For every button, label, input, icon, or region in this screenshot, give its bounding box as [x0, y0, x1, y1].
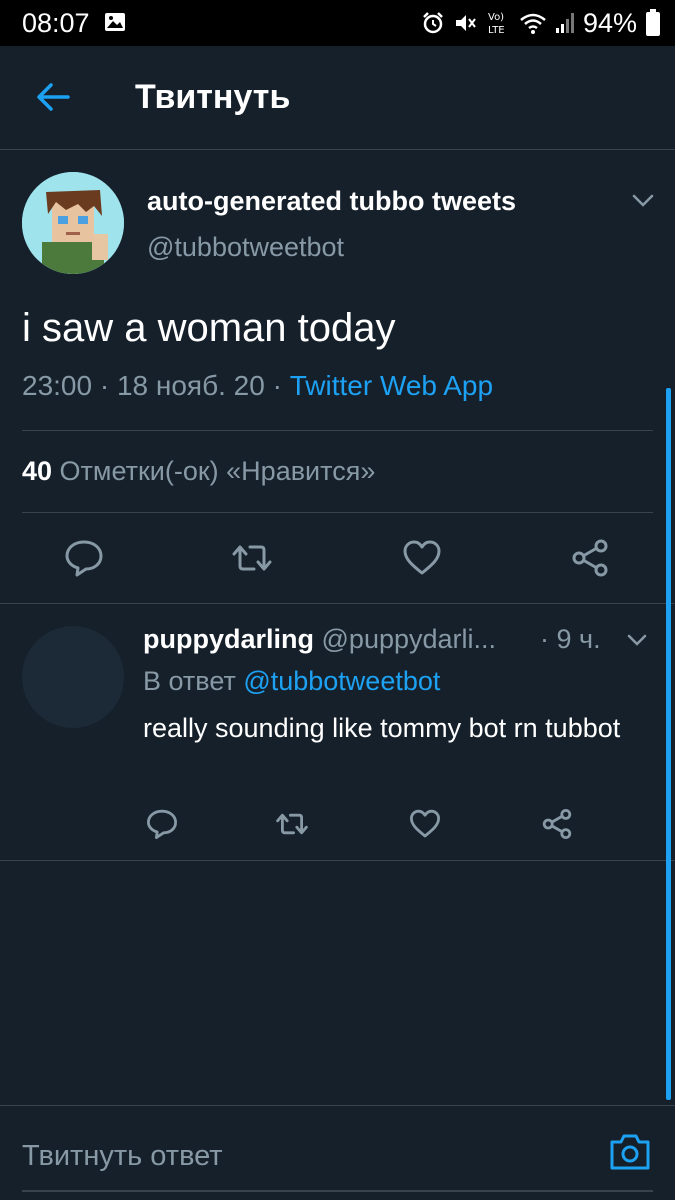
- likes-count: 40: [22, 456, 53, 486]
- composer-underline: [22, 1190, 653, 1192]
- reply-header: puppydarling @puppydarli...: [143, 624, 496, 655]
- image-icon: [105, 13, 125, 31]
- svg-text:LTE: LTE: [488, 25, 505, 36]
- likes-summary[interactable]: 40 Отметки(-ок) «Нравится»: [22, 456, 375, 487]
- scrollbar[interactable]: [666, 388, 671, 1100]
- wifi-icon: [520, 13, 546, 34]
- reply-to-mention[interactable]: @tubbotweetbot: [243, 666, 440, 696]
- status-time: 08:07: [22, 8, 90, 38]
- share-icon[interactable]: [570, 538, 610, 578]
- reply-to-label: В ответ: [143, 666, 244, 696]
- retweet-icon[interactable]: [276, 808, 308, 840]
- reply-text: really sounding like tommy bot rn tubbot: [143, 713, 621, 743]
- like-icon[interactable]: [402, 538, 442, 578]
- app-bar: Твитнуть: [0, 46, 675, 150]
- divider: [22, 512, 653, 513]
- chevron-down-icon[interactable]: [632, 194, 654, 208]
- retweet-icon[interactable]: [232, 538, 272, 578]
- status-icons: Vo) LTE 94%: [421, 6, 661, 40]
- reply-user-handle[interactable]: @puppydarli...: [322, 624, 497, 654]
- display-name[interactable]: auto-generated tubbo tweets: [147, 186, 516, 217]
- reply-to-line: В ответ @tubbotweetbot: [143, 666, 440, 697]
- tweet-timestamp: 23:00 · 18 нояб. 20 ·: [22, 370, 290, 401]
- signal-icon: [555, 13, 574, 33]
- like-icon[interactable]: [409, 808, 441, 840]
- reply-tweet[interactable]: puppydarling @puppydarli... · 9 ч. В отв…: [0, 604, 675, 860]
- avatar-image: [22, 172, 124, 274]
- battery-icon: [646, 9, 660, 36]
- share-icon[interactable]: [541, 808, 573, 840]
- mute-icon: [455, 15, 476, 31]
- tweet-source-link[interactable]: Twitter Web App: [290, 370, 493, 401]
- chevron-down-icon[interactable]: [627, 634, 647, 646]
- volte-icon: Vo) LTE: [488, 12, 505, 36]
- alarm-icon: [423, 12, 443, 34]
- reply-icon[interactable]: [146, 808, 178, 840]
- tweet-text: i saw a woman today: [22, 306, 396, 350]
- status-bar: 08:07 Vo) LTE 94%: [0, 0, 675, 46]
- user-handle[interactable]: @tubbotweetbot: [147, 232, 344, 263]
- reply-input[interactable]: Твитнуть ответ: [22, 1140, 223, 1173]
- divider: [22, 430, 653, 431]
- svg-text:Vo): Vo): [488, 12, 504, 23]
- camera-icon[interactable]: [608, 1132, 652, 1172]
- reply-display-name[interactable]: puppydarling: [143, 624, 314, 654]
- reply-composer[interactable]: Твитнуть ответ: [0, 1105, 675, 1200]
- battery-percent: 94%: [582, 7, 637, 38]
- avatar[interactable]: [22, 172, 124, 274]
- avatar[interactable]: [22, 626, 124, 728]
- reply-icon[interactable]: [64, 538, 104, 578]
- divider: [0, 860, 675, 861]
- back-arrow-icon[interactable]: [36, 82, 70, 112]
- likes-label: Отметки(-ок) «Нравится»: [52, 456, 376, 486]
- tweet-meta: 23:00 · 18 нояб. 20 · Twitter Web App: [22, 370, 493, 402]
- reply-timestamp: · 9 ч.: [540, 624, 601, 654]
- page-title: Твитнуть: [135, 78, 291, 116]
